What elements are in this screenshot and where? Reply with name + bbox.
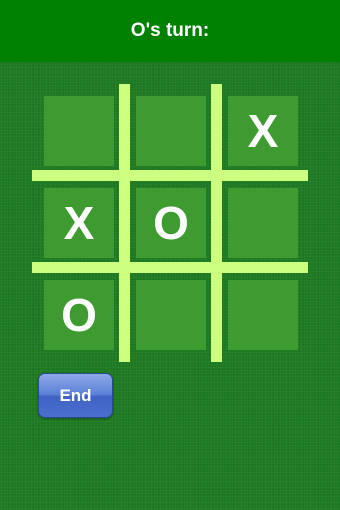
grid-line-horizontal-1 [32,170,308,181]
board-cell-r1c2[interactable] [136,96,206,166]
turn-indicator: O's turn: [130,20,210,41]
grid-line-vertical-1 [119,84,130,362]
board-cell-r2c3[interactable] [228,188,298,258]
end-game-button[interactable]: End [38,373,113,418]
board-cell-r3c2[interactable] [136,280,206,350]
board-cell-r1c1[interactable] [44,96,114,166]
title-bar: O's turn: [0,0,340,62]
game-board: X X O O [32,84,308,362]
board-cell-r3c3[interactable] [228,280,298,350]
grid-line-vertical-2 [211,84,222,362]
board-cell-r1c3[interactable]: X [228,96,298,166]
board-cell-r2c1[interactable]: X [44,188,114,258]
board-cell-r2c2[interactable]: O [136,188,206,258]
grid-line-horizontal-2 [32,262,308,273]
board-cell-r3c1[interactable]: O [44,280,114,350]
